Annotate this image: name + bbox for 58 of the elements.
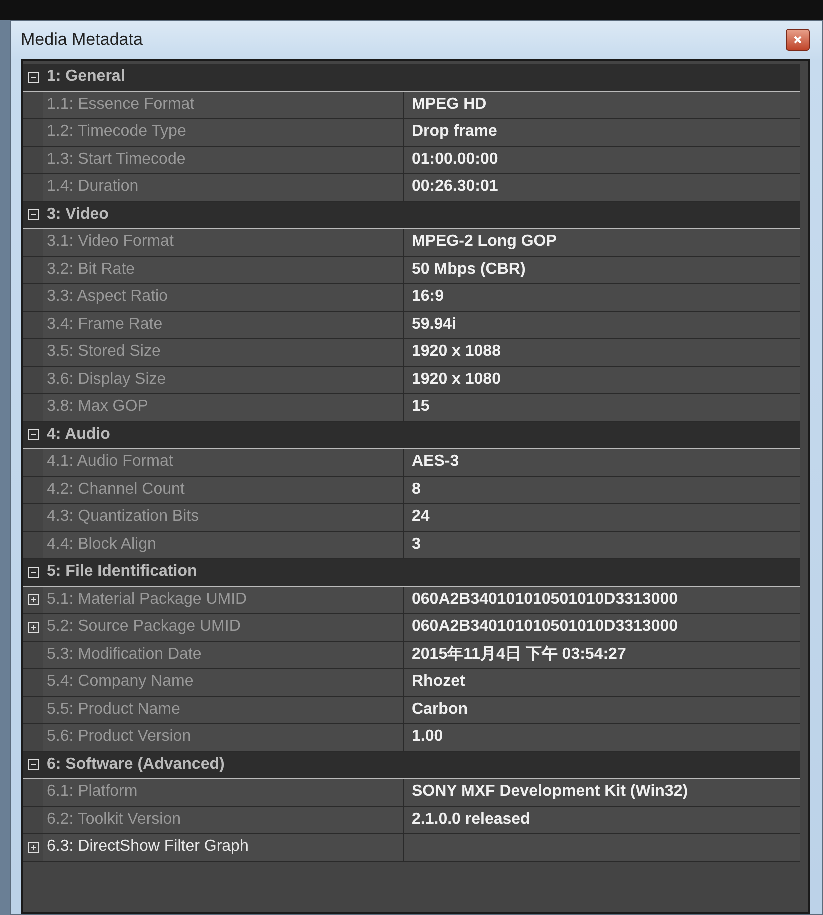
close-button[interactable] [786, 29, 810, 51]
property-label: 4.3: Quantization Bits [43, 504, 404, 530]
property-value: Rhozet [404, 669, 800, 696]
collapse-icon[interactable] [28, 759, 38, 770]
property-value: 2.1.0.0 released [404, 806, 800, 833]
window-title: Media Metadata [21, 30, 143, 50]
property-value: 50 Mbps (CBR) [404, 256, 800, 283]
property-label: 5.6: Product Version [43, 724, 404, 750]
property-label: 5.2: Source Package UMID [43, 614, 404, 640]
property-label: 4.1: Audio Format [43, 449, 404, 476]
property-value: 060A2B340101010501010D3313000 [404, 586, 800, 613]
property-label: 3.4: Frame Rate [43, 312, 404, 338]
property-value: 24 [404, 504, 800, 530]
property-value: 1920 x 1080 [404, 366, 800, 393]
property-value: MPEG HD [404, 92, 800, 118]
property-value: 3 [404, 532, 800, 558]
property-value: 8 [404, 476, 800, 503]
property-label: 4.2: Channel Count [43, 476, 404, 503]
collapse-icon[interactable] [28, 566, 38, 578]
collapse-icon[interactable] [28, 429, 38, 440]
property-value: 1.00 [404, 724, 800, 750]
property-label: 3.3: Aspect Ratio [43, 284, 404, 310]
property-value: AES-3 [404, 449, 800, 476]
property-value: SONY MXF Development Kit (Win32) [404, 779, 800, 806]
property-value: MPEG-2 Long GOP [404, 229, 800, 256]
collapse-icon[interactable] [28, 72, 38, 83]
property-label: 1.2: Timecode Type [43, 119, 404, 146]
expand-icon[interactable] [28, 842, 38, 853]
property-value: 1920 x 1088 [404, 339, 800, 366]
property-label: 6.1: Platform [43, 779, 404, 806]
property-value: 15 [404, 394, 800, 420]
property-label: 1.3: Start Timecode [43, 146, 404, 173]
property-value: 59.94i [404, 312, 800, 338]
property-label: 3.1: Video Format [43, 229, 404, 256]
property-value: 00:26.30:01 [404, 174, 800, 200]
property-value: Carbon [404, 696, 800, 723]
property-label: 3.6: Display Size [43, 366, 404, 393]
property-label: 5.3: Modification Date [43, 642, 404, 668]
property-label: 5.5: Product Name [43, 696, 404, 723]
property-label: 4.4: Block Align [43, 532, 404, 558]
property-label: 6.2: Toolkit Version [43, 806, 404, 833]
expand-icon[interactable] [28, 622, 38, 633]
property-label: 1.4: Duration [43, 174, 404, 200]
property-label: 3.2: Bit Rate [43, 256, 404, 283]
property-value: 060A2B340101010501010D3313000 [404, 614, 800, 640]
property-value: Drop frame [404, 119, 800, 146]
property-label: 3.8: Max GOP [43, 394, 404, 420]
property-label: 3.5: Stored Size [43, 339, 404, 366]
property-label: 5.4: Company Name [43, 669, 404, 696]
property-value: 2015年11月4日 下午 03:54:27 [404, 642, 800, 668]
collapse-icon[interactable] [28, 209, 38, 220]
property-label: 5.1: Material Package UMID [43, 586, 404, 613]
expand-icon[interactable] [28, 594, 38, 606]
property-label: 1.1: Essence Format [43, 92, 404, 118]
property-value: 16:9 [404, 284, 800, 310]
property-value: 01:00.00:00 [404, 146, 800, 173]
property-label: 6.3: DirectShow Filter Graph [43, 834, 404, 860]
close-icon [794, 36, 802, 44]
